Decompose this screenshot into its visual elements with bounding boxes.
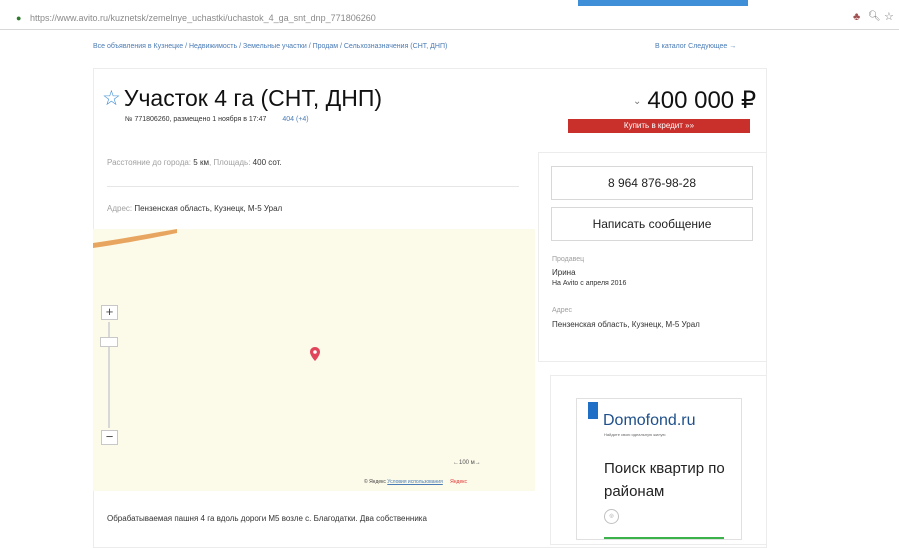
breadcrumb[interactable]: Все объявления в Кузнецке / Недвижимость… (93, 43, 447, 50)
bookmark-star-icon[interactable]: ☆ (884, 10, 894, 23)
credit-button[interactable]: Купить в кредит »» (568, 119, 750, 133)
area-value: 400 сот. (252, 158, 282, 167)
favorite-star-icon[interactable]: ☆ (102, 86, 121, 111)
seller-since: На Avito с апреля 2016 (552, 280, 627, 287)
contact-address-value: Пензенская область, Кузнецк, М-5 Урал (552, 320, 700, 329)
search-icon[interactable]: 🔍︎ (868, 11, 881, 22)
attribution-text: © Яндекс (364, 479, 386, 485)
zoom-out-button[interactable]: − (101, 430, 118, 445)
distance-label: Расстояние до города: (107, 158, 192, 167)
map-attribution: © Яндекс Условия использования Яндекс (364, 479, 467, 485)
seller-label: Продавец (552, 256, 585, 263)
listing-meta-text: № 771806260, размещено 1 ноября в 17:47 (125, 116, 267, 123)
write-message-button[interactable]: Написать сообщение (551, 207, 753, 241)
ad-tagline: Найдите свою идеальную жилую (604, 432, 666, 437)
phone-button[interactable]: 8 964 876-98-28 (551, 166, 753, 200)
listing-title: ☆ Участок 4 га (СНТ, ДНП) (102, 85, 382, 112)
views-count[interactable]: 404 (+4) (282, 116, 308, 123)
price-value: 400 000 ₽ (647, 87, 757, 114)
zoom-in-button[interactable]: + (101, 305, 118, 320)
ad-logo-circle-icon: ◎ (604, 509, 619, 524)
params-row: Расстояние до города: 5 км, Площадь: 400… (107, 158, 282, 167)
extension-icon[interactable]: ♣ (853, 11, 860, 23)
chevron-down-icon[interactable]: ⌄ (633, 96, 641, 107)
area-label: Площадь: (213, 158, 251, 167)
listing-title-text: Участок 4 га (СНТ, ДНП) (123, 85, 383, 111)
divider (107, 186, 519, 187)
address-label: Адрес: (107, 204, 133, 213)
domofond-flag-icon (588, 402, 598, 419)
domofond-ad[interactable]: Domofond.ru Найдите свою идеальную жилую… (576, 398, 742, 540)
terms-link[interactable]: Условия использования (387, 479, 443, 485)
zoom-slider-handle[interactable] (100, 337, 118, 347)
listing-meta: № 771806260, размещено 1 ноября в 17:47 … (125, 116, 309, 123)
catalog-next-links[interactable]: В каталог Следующее → (655, 43, 736, 50)
listing-price: ⌄ 400 000 ₽ (633, 86, 756, 115)
map-scale: ←100 м→ (453, 460, 481, 466)
lock-icon: ● (16, 13, 22, 23)
distance-value: 5 км (193, 158, 209, 167)
address-value: Пензенская область, Кузнецк, М-5 Урал (134, 204, 283, 213)
url-text[interactable]: https://www.avito.ru/kuznetsk/zemelnye_u… (30, 13, 376, 23)
address-bar[interactable]: ● https://www.avito.ru/kuznetsk/zemelnye… (0, 6, 899, 30)
listing-description: Обрабатываемая пашня 4 га вдоль дороги М… (107, 514, 427, 523)
ad-headline: Поиск квартир по районам (604, 460, 725, 500)
yandex-logo[interactable]: Яндекс (450, 479, 467, 485)
address-row: Адрес: Пензенская область, Кузнецк, М-5 … (107, 204, 282, 213)
ad-brand: Domofond.ru (603, 412, 696, 429)
contact-address-label: Адрес (552, 307, 573, 314)
seller-name[interactable]: Ирина (552, 268, 576, 277)
map-pin-icon[interactable] (310, 347, 320, 361)
